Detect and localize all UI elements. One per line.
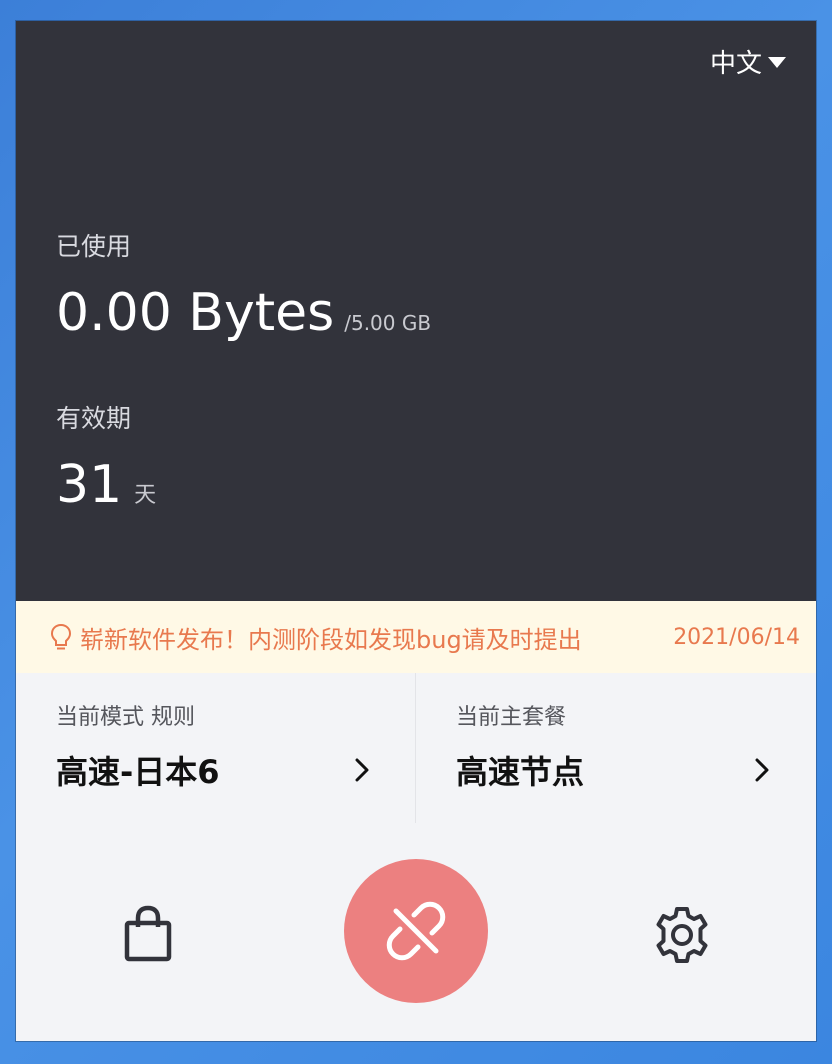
usage-row: 0.00 Bytes /5.00 GB xyxy=(56,283,431,343)
connect-button[interactable] xyxy=(344,859,488,1003)
notice-banner[interactable]: 崭新软件发布！内测阶段如发现bug请及时提出 2021/06/14 xyxy=(16,601,816,673)
gear-icon[interactable] xyxy=(650,903,714,967)
caret-down-icon xyxy=(768,57,786,68)
shopping-bag-icon[interactable] xyxy=(122,905,174,963)
link-broken-icon xyxy=(386,901,446,961)
expiry-days-value: 31 xyxy=(56,455,123,515)
expiry-label: 有效期 xyxy=(56,404,132,433)
chevron-right-icon xyxy=(755,758,769,782)
lightbulb-icon xyxy=(50,623,72,650)
notice-date: 2021/06/14 xyxy=(673,624,800,650)
expiry-row: 31 天 xyxy=(56,455,156,515)
mode-card[interactable]: 当前模式 规则 高速-日本6 xyxy=(16,673,415,823)
language-label: 中文 xyxy=(709,49,762,79)
mode-value: 高速-日本6 xyxy=(56,753,220,791)
language-select[interactable]: 中文 xyxy=(710,43,786,80)
usage-total-value: /5.00 GB xyxy=(344,311,432,335)
plan-title: 当前主套餐 xyxy=(456,705,567,730)
notice-text: 崭新软件发布！内测阶段如发现bug请及时提出 xyxy=(80,625,582,654)
expiry-days-unit: 天 xyxy=(134,483,157,508)
chevron-right-icon xyxy=(355,758,369,782)
plan-value: 高速节点 xyxy=(456,753,585,791)
info-row: 当前模式 规则 高速-日本6 当前主套餐 高速节点 xyxy=(16,673,816,823)
usage-used-value: 0.00 Bytes xyxy=(56,283,335,343)
bottom-bar xyxy=(16,823,816,1041)
usage-panel: 中文 已使用 0.00 Bytes /5.00 GB 有效期 31 天 xyxy=(16,21,816,601)
plan-card[interactable]: 当前主套餐 高速节点 xyxy=(415,673,815,823)
mode-title: 当前模式 规则 xyxy=(56,705,195,730)
app-window: 中文 已使用 0.00 Bytes /5.00 GB 有效期 31 天 崭新软件… xyxy=(16,21,816,1041)
usage-label: 已使用 xyxy=(56,232,132,261)
